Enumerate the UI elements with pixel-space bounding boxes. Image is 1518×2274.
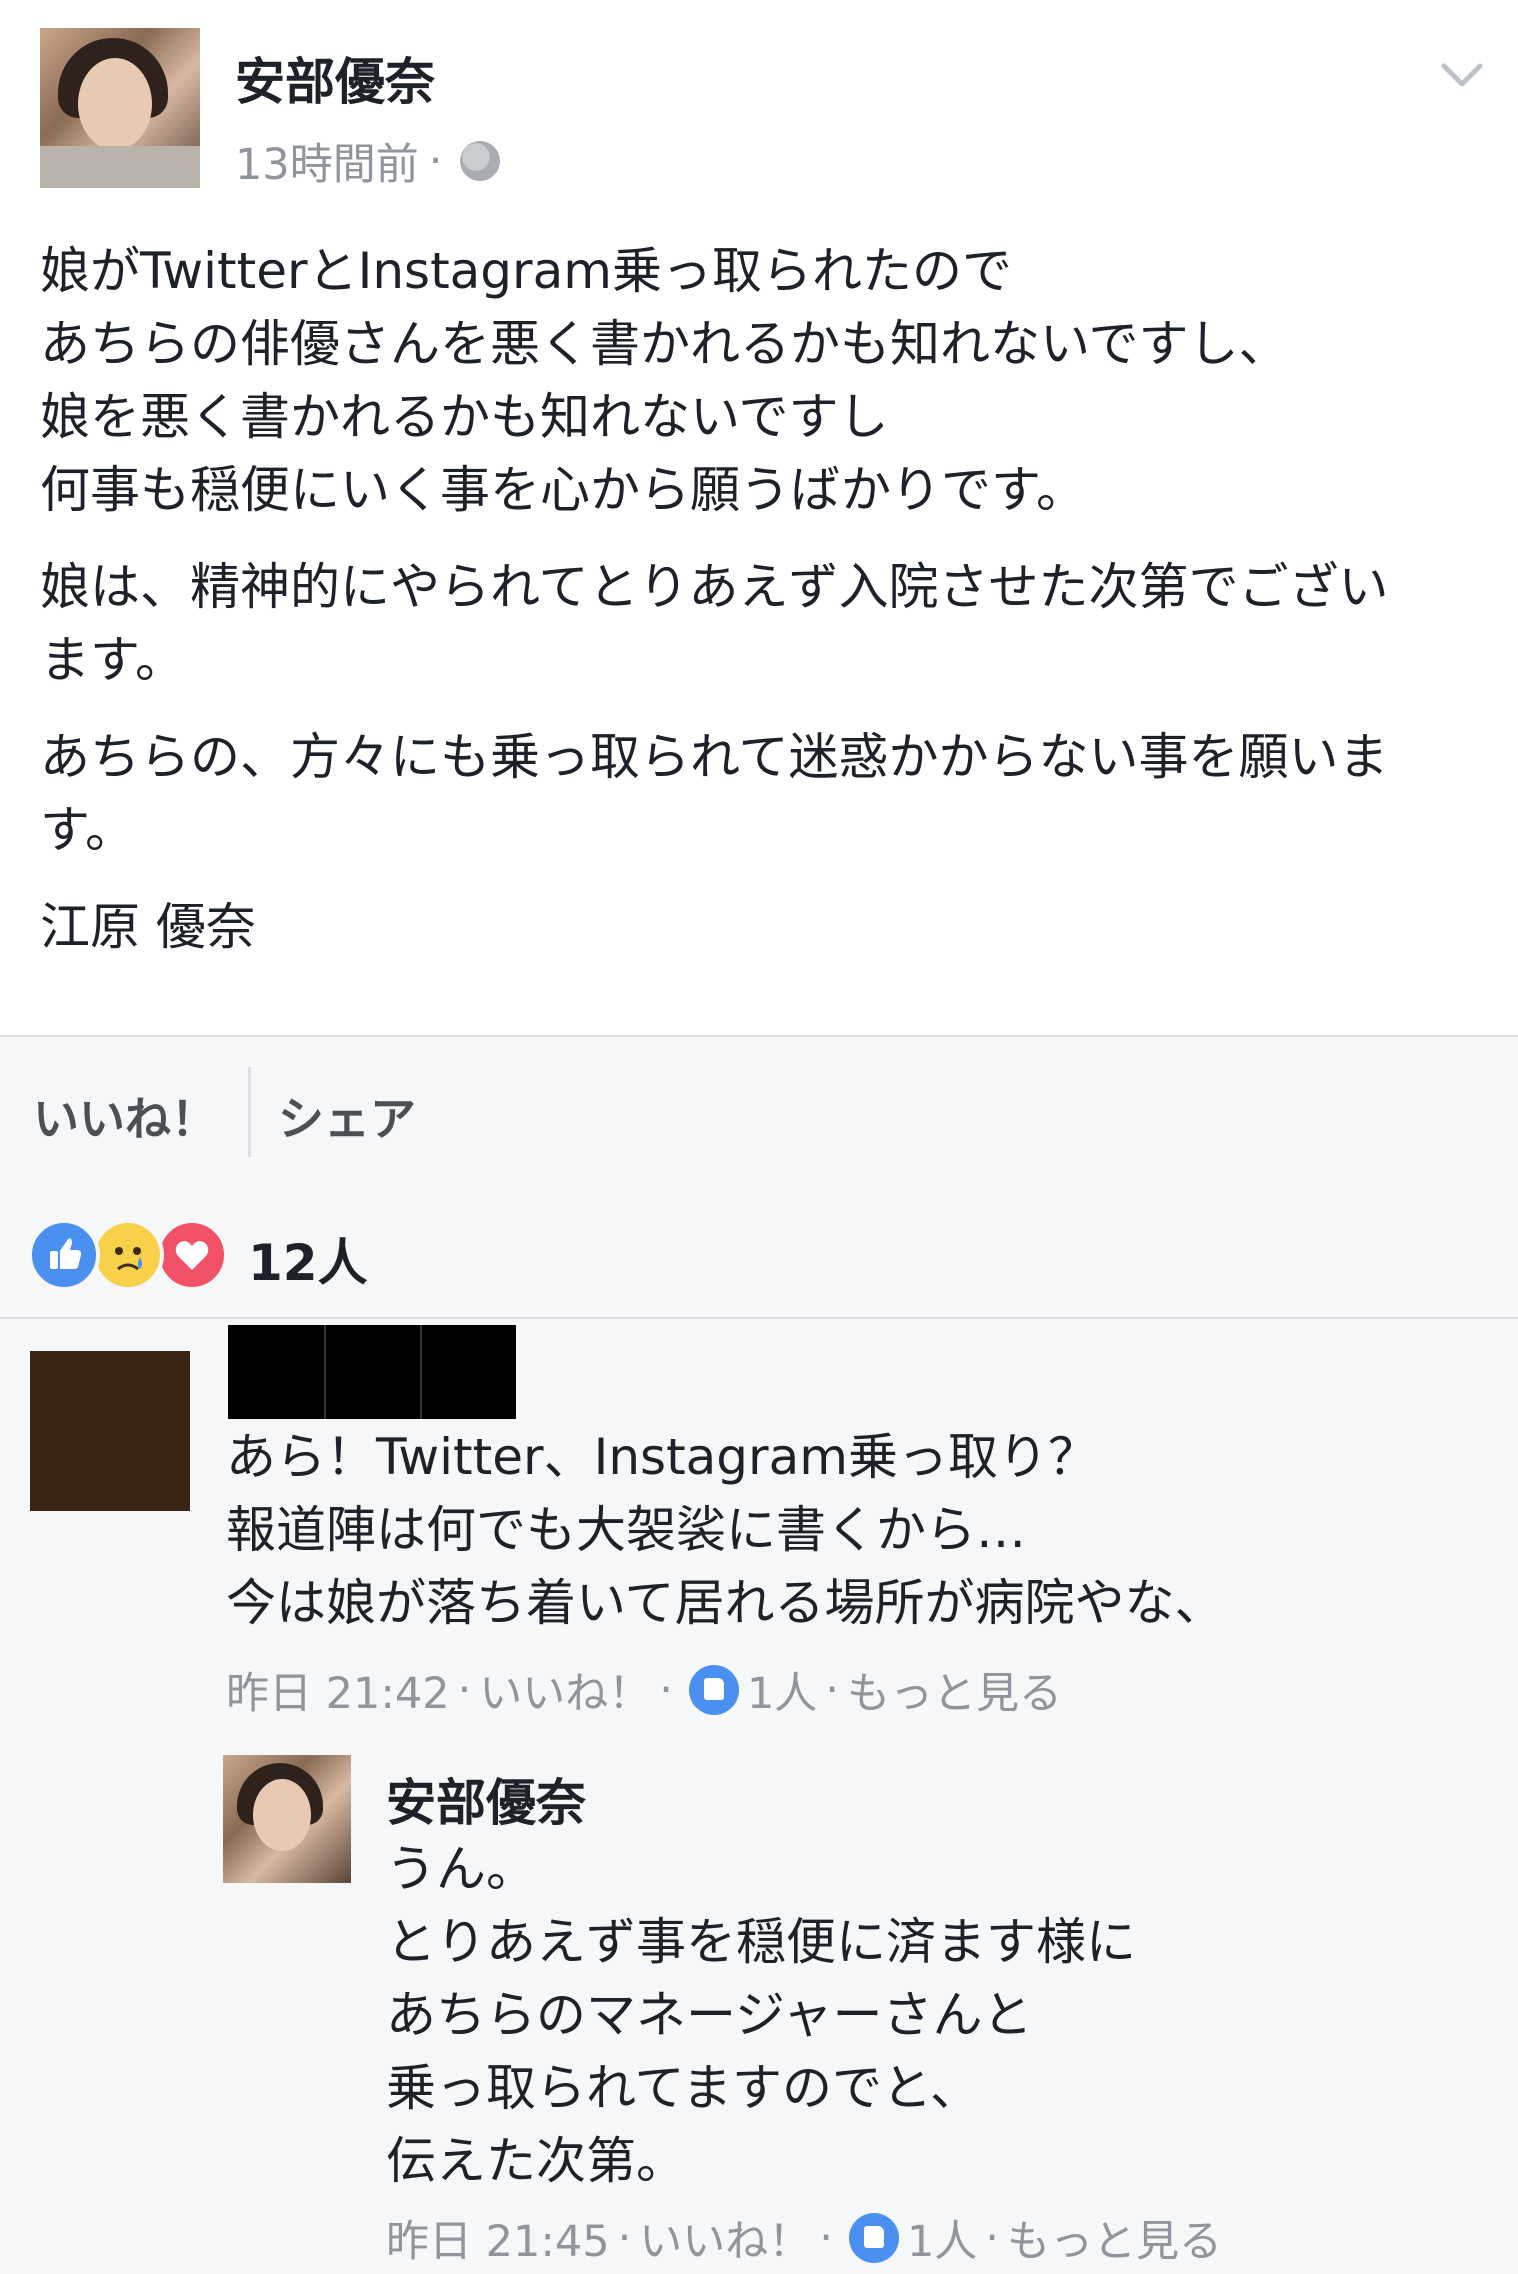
reply-like-button[interactable]: いいね！ (639, 2207, 811, 2269)
comment-more-link[interactable]: もっと見る (847, 1659, 1062, 1721)
like-button[interactable]: いいね！ (33, 1083, 217, 1149)
post-line: あちらの、方々にも乗っ取られて迷惑かからない事を願いま (40, 728, 1389, 786)
post-line: 何事も穏便にいく事を心から願うばかりです。 (40, 461, 1086, 519)
post-paragraph: 娘がTwitterとInstagram乗っ取られたので あちらの俳優さんを悪く書… (40, 235, 1480, 527)
comment-meta: 昨日 21:42 · いいね！ · 1人 · もっと見る (226, 1659, 1062, 1721)
post-signature: 江原 優奈 (40, 898, 256, 956)
reply-more-link[interactable]: もっと見る (1007, 2207, 1222, 2269)
reply-like-count[interactable]: 1人 (907, 2207, 977, 2269)
post-line: す。 (40, 801, 135, 859)
post-line: 娘は、精神的にやられてとりあえず入院させた次第でござい (40, 558, 1389, 616)
globe-icon (460, 141, 501, 181)
comment-line: 今は娘が落ち着いて居れる場所が病院やな、 (226, 1574, 1225, 1632)
action-divider (248, 1067, 251, 1157)
comment-line: 報道陣は何でも大袈裟に書くから… (226, 1501, 1026, 1559)
post-line: ます。 (40, 631, 185, 689)
reply-author-avatar[interactable] (223, 1755, 351, 1883)
reply-line: うん。 (386, 1840, 536, 1898)
post-body: 娘がTwitterとInstagram乗っ取られたので あちらの俳優さんを悪く書… (40, 235, 1480, 988)
comment-like-button[interactable]: いいね！ (479, 1659, 651, 1721)
post-line: 娘がTwitterとInstagram乗っ取られたので (40, 242, 1012, 300)
reaction-count[interactable]: 12人 (248, 1223, 368, 1295)
redacted-commenter-name (228, 1325, 516, 1419)
post-meta: 13時間前 · (235, 130, 501, 192)
like-icon (848, 2213, 899, 2263)
reply-line: あちらのマネージャーさんと (386, 1986, 1033, 2044)
chevron-down-icon[interactable] (1440, 60, 1484, 90)
reply-line: とりあえず事を穏便に済ます様に (386, 1913, 1136, 1971)
comment-line: あら！Twitter、Instagram乗っ取り？ (226, 1428, 1098, 1486)
reply-time[interactable]: 昨日 21:45 (386, 2207, 610, 2269)
sad-reaction-icon (92, 1219, 164, 1291)
comment-body: あら！Twitter、Instagram乗っ取り？ 報道陣は何でも大袈裟に書くか… (226, 1421, 1225, 1640)
author-name[interactable]: 安部優奈 (235, 42, 435, 114)
reply-line: 伝えた次第。 (386, 2132, 686, 2190)
love-reaction-icon (156, 1219, 228, 1291)
post-paragraph: あちらの、方々にも乗っ取られて迷惑かからない事を願いま す。 (40, 721, 1480, 867)
reactions-row[interactable]: 12人 (0, 1187, 1518, 1319)
post-line: あちらの俳優さんを悪く書かれるかも知れないですし、 (40, 315, 1289, 373)
post-paragraph: 江原 優奈 (40, 891, 1480, 964)
post-paragraph: 娘は、精神的にやられてとりあえず入院させた次第でござい ます。 (40, 551, 1480, 697)
reply-meta: 昨日 21:45 · いいね！ · 1人 · もっと見る (386, 2207, 1222, 2269)
post-header: 安部優奈 13時間前 · (0, 0, 1518, 200)
reply-author-name[interactable]: 安部優奈 (386, 1763, 586, 1835)
commenter-avatar[interactable] (30, 1351, 190, 1511)
meta-separator: · (428, 136, 443, 186)
author-avatar[interactable] (40, 28, 200, 188)
comments-area: あら！Twitter、Instagram乗っ取り？ 報道陣は何でも大袈裟に書くか… (0, 1319, 1518, 2274)
reply-body: うん。 とりあえず事を穏便に済ます様に あちらのマネージャーさんと 乗っ取られて… (386, 1833, 1136, 2198)
post-time[interactable]: 13時間前 (235, 130, 419, 192)
comment-time[interactable]: 昨日 21:42 (226, 1659, 450, 1721)
action-bar: いいね！ シェア (0, 1035, 1518, 1189)
post-line: 娘を悪く書かれるかも知れないですし (40, 388, 889, 446)
share-button[interactable]: シェア (278, 1083, 416, 1149)
comment-like-count[interactable]: 1人 (747, 1659, 817, 1721)
like-reaction-icon (28, 1219, 100, 1291)
like-icon (688, 1665, 739, 1715)
reply-line: 乗っ取られてますのでと、 (386, 2059, 980, 2117)
